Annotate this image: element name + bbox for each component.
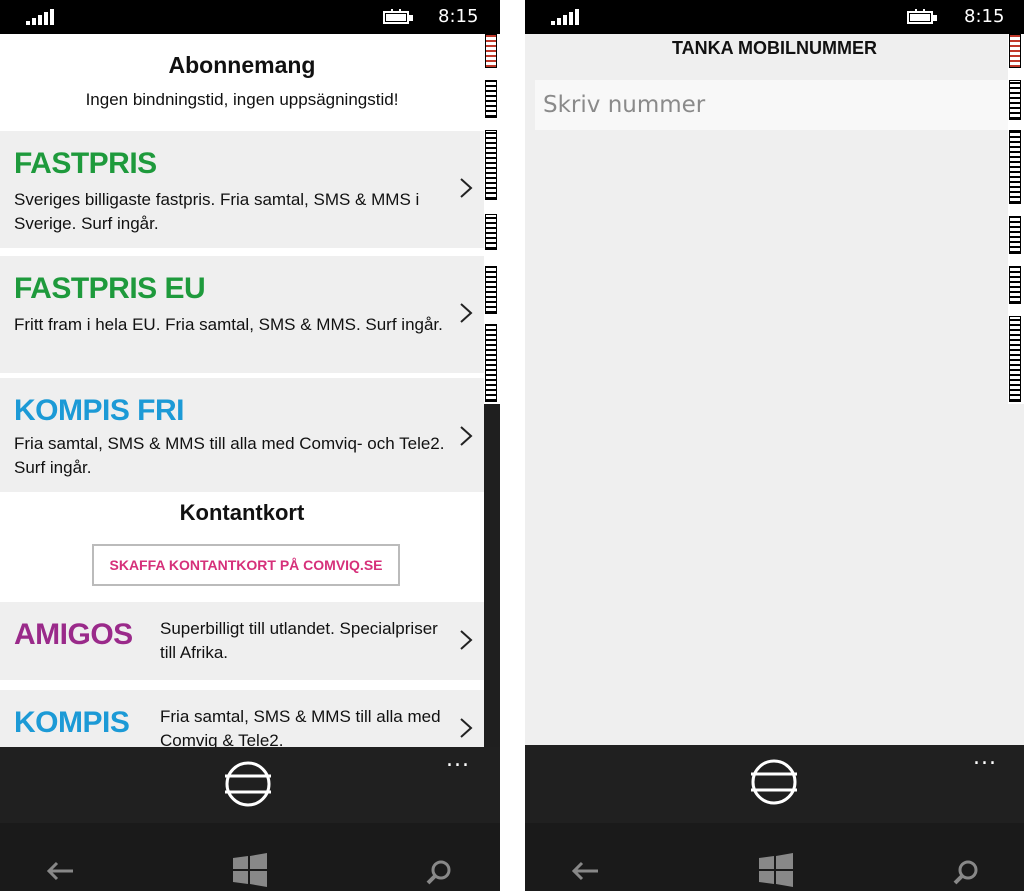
status-time: 8:15 [438, 6, 479, 27]
plan-item-amigos[interactable]: AMIGOS Superbilligt till utlandet. Speci… [0, 602, 484, 680]
plan-name: KOMPIS [14, 706, 130, 739]
plan-description: Fria samtal, SMS & MMS till alla med Com… [160, 707, 441, 747]
plan-name: FASTPRIS [14, 147, 157, 180]
chevron-right-icon [460, 303, 473, 323]
status-bar: 8:15 [0, 0, 500, 34]
windows-logo-icon[interactable] [233, 853, 267, 887]
windows-logo-icon[interactable] [759, 853, 793, 887]
phone-screen-left: 8:15 Abonnemang Ingen bindningstid, inge… [0, 0, 500, 891]
nav-bar [525, 823, 1024, 891]
chevron-right-icon [460, 630, 473, 650]
subscription-title: Abonnemang [168, 52, 316, 78]
plan-name: FASTPRIS EU [14, 272, 206, 305]
plan-item-kompis-fri[interactable]: KOMPIS FRI Fria samtal, SMS & MMS till a… [0, 378, 484, 492]
subscription-page: Abonnemang Ingen bindningstid, ingen upp… [0, 34, 484, 747]
status-bar: 8:15 [525, 0, 1024, 34]
chevron-right-icon [460, 178, 473, 198]
prepaid-title: Kontantkort [179, 500, 305, 525]
page-title: TANKA MOBILNUMMER [672, 38, 877, 58]
back-arrow-icon[interactable] [46, 861, 74, 881]
phone-number-input[interactable] [535, 80, 1024, 130]
subscription-subtitle: Ingen bindningstid, ingen uppsägningstid… [85, 90, 399, 109]
plan-description: Superbilligt till utlandet. Specialprise… [160, 619, 438, 662]
battery-charging-icon [383, 9, 415, 25]
frame-rate-counter [484, 34, 500, 404]
top-up-page: TANKA MOBILNUMMER [525, 34, 1024, 745]
signal-strength-icon [551, 9, 581, 25]
battery-charging-icon [907, 9, 939, 25]
nav-bar [0, 823, 500, 891]
plan-description: Sveriges billigaste fastpris. Fria samta… [14, 190, 420, 233]
more-options-button[interactable]: ... [446, 747, 470, 772]
plan-description: Fritt fram i hela EU. Fria samtal, SMS &… [14, 315, 443, 334]
more-options-button[interactable]: ... [973, 745, 997, 770]
plan-description: Fria samtal, SMS & MMS till alla med Com… [14, 434, 445, 477]
plan-item-fastpris-eu[interactable]: FASTPRIS EU Fritt fram i hela EU. Fria s… [0, 256, 484, 373]
chevron-right-icon [460, 718, 473, 738]
search-icon[interactable] [953, 859, 979, 885]
app-circle-icon[interactable] [751, 759, 797, 805]
app-circle-icon[interactable] [225, 761, 271, 807]
plan-name: AMIGOS [14, 618, 133, 651]
search-icon[interactable] [426, 859, 452, 885]
plan-name: KOMPIS FRI [14, 394, 185, 427]
signal-strength-icon [26, 9, 56, 25]
back-arrow-icon[interactable] [571, 861, 599, 881]
frame-rate-counter [1008, 34, 1024, 404]
plan-item-kompis[interactable]: KOMPIS Fria samtal, SMS & MMS till alla … [0, 690, 484, 747]
get-prepaid-card-button[interactable]: SKAFFA KONTANTKORT PÅ COMVIQ.SE [92, 544, 400, 586]
app-bar: ... [0, 747, 500, 823]
chevron-right-icon [460, 426, 473, 446]
plan-item-fastpris[interactable]: FASTPRIS Sveriges billigaste fastpris. F… [0, 131, 484, 248]
status-time: 8:15 [964, 6, 1005, 27]
phone-screen-right: 8:15 TANKA MOBILNUMMER ... [525, 0, 1024, 891]
app-bar: ... [525, 745, 1024, 823]
